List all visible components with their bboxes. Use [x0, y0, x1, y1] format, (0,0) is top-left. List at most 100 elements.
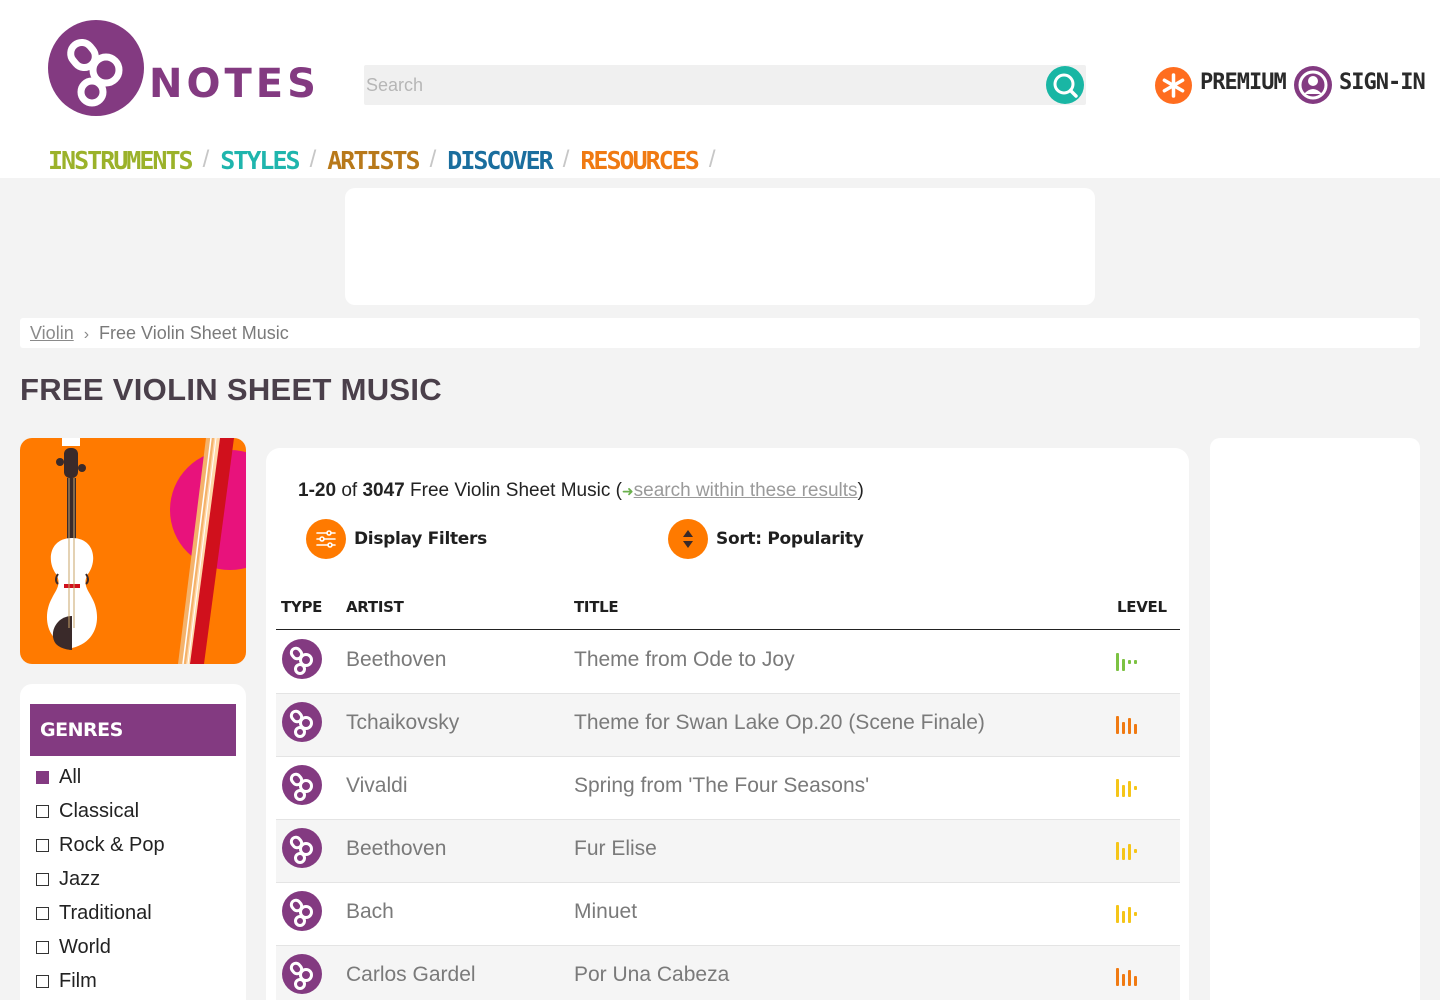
nav-separator: / [429, 146, 437, 173]
column-level[interactable]: LEVEL [1117, 598, 1167, 616]
display-filters-button[interactable]: Display Filters [306, 519, 487, 559]
genres-heading: GENRES [30, 704, 236, 756]
checkbox[interactable] [36, 940, 49, 954]
checkbox[interactable] [36, 872, 49, 886]
level-bar [1134, 786, 1137, 790]
level-bar [1116, 779, 1119, 797]
title-link[interactable]: Minuet [574, 900, 637, 924]
artist-link[interactable]: Vivaldi [346, 774, 407, 798]
nav-separator: / [708, 146, 716, 173]
table-row[interactable]: Bach Minuet [276, 883, 1180, 946]
genre-option-world[interactable]: World [36, 930, 165, 964]
table-header: TYPE ARTIST TITLE LEVEL [276, 594, 1180, 630]
nav-artists[interactable]: ARTISTS [327, 146, 420, 175]
level-bar [1134, 912, 1137, 916]
artist-link[interactable]: Tchaikovsky [346, 711, 459, 735]
asterisk-icon [1155, 67, 1192, 104]
table-row[interactable]: Vivaldi Spring from 'The Four Seasons' [276, 757, 1180, 820]
genre-option-classical[interactable]: Classical [36, 794, 165, 828]
nav-styles[interactable]: STYLES [220, 146, 300, 175]
site-logo[interactable]: NOTES [48, 20, 316, 118]
title-link[interactable]: Fur Elise [574, 837, 657, 861]
logo-wordmark: NOTES [149, 61, 320, 107]
genre-option-film[interactable]: Film [36, 964, 165, 998]
level-bar [1134, 849, 1137, 853]
nav-resources[interactable]: RESOURCES [580, 146, 699, 175]
main-nav: INSTRUMENTS / STYLES / ARTISTS / DISCOVE… [48, 142, 727, 178]
nav-instruments[interactable]: INSTRUMENTS [48, 146, 194, 175]
level-bars-icon [1116, 964, 1142, 986]
sort-label: Sort: Popularity [716, 529, 864, 549]
title-link[interactable]: Theme for Swan Lake Op.20 (Scene Finale) [574, 711, 985, 735]
level-bar [1128, 781, 1131, 797]
level-bar [1122, 911, 1125, 923]
level-bar [1128, 660, 1131, 664]
results-of: of [341, 480, 358, 501]
artist-link[interactable]: Bach [346, 900, 394, 924]
search-button[interactable] [1046, 66, 1084, 104]
sort-button[interactable]: Sort: Popularity [668, 519, 864, 559]
results-panel: 1-20 of 3047 Free Violin Sheet Music (➜s… [266, 448, 1189, 1000]
sheet-music-type-icon [282, 765, 322, 805]
artist-link[interactable]: Carlos Gardel [346, 963, 476, 987]
genre-label: Jazz [59, 867, 101, 890]
level-bar [1122, 659, 1125, 671]
genre-label: Rock & Pop [59, 833, 165, 856]
level-bars-icon [1116, 712, 1142, 734]
genres-filter: GENRES All Classical Rock & Pop Jazz Tra… [20, 684, 246, 1000]
search-within-link[interactable]: search within these results [634, 480, 858, 501]
display-filters-label: Display Filters [354, 529, 487, 549]
breadcrumb-link-violin[interactable]: Violin [30, 323, 74, 343]
title-link[interactable]: Por Una Cabeza [574, 963, 729, 987]
results-total: 3047 [362, 480, 405, 501]
checkbox[interactable] [36, 804, 49, 818]
artist-link[interactable]: Beethoven [346, 648, 446, 672]
level-bar [1134, 660, 1137, 664]
side-ad-slot [1210, 438, 1420, 1000]
table-row[interactable]: Beethoven Fur Elise [276, 820, 1180, 883]
genre-label: All [59, 765, 82, 788]
table-row[interactable]: Tchaikovsky Theme for Swan Lake Op.20 (Sc… [276, 694, 1180, 757]
checkbox[interactable] [36, 906, 49, 920]
genre-option-all[interactable]: All [36, 760, 165, 794]
genre-option-jazz[interactable]: Jazz [36, 862, 165, 896]
checkbox[interactable] [36, 838, 49, 852]
column-type[interactable]: TYPE [281, 598, 322, 616]
breadcrumb: Violin › Free Violin Sheet Music [20, 318, 1420, 348]
column-title[interactable]: TITLE [574, 598, 619, 616]
genre-option-rock-pop[interactable]: Rock & Pop [36, 828, 165, 862]
table-row[interactable]: Carlos Gardel Por Una Cabeza [276, 946, 1180, 1000]
search-bar [364, 65, 1086, 105]
level-bar [1122, 848, 1125, 860]
nav-separator: / [202, 146, 210, 173]
sheet-music-type-icon [282, 828, 322, 868]
artist-link[interactable]: Beethoven [346, 837, 446, 861]
nav-discover[interactable]: DISCOVER [447, 146, 553, 175]
sign-in-label: SIGN-IN [1339, 70, 1426, 95]
title-link[interactable]: Spring from 'The Four Seasons' [574, 774, 869, 798]
sheet-music-type-icon [282, 891, 322, 931]
premium-label: PREMIUM [1200, 70, 1287, 95]
level-bar [1116, 968, 1119, 986]
level-bar [1128, 907, 1131, 923]
genre-list: All Classical Rock & Pop Jazz Traditiona… [36, 760, 165, 998]
arrow-right-icon: ➜ [621, 483, 634, 499]
genre-option-traditional[interactable]: Traditional [36, 896, 165, 930]
level-bar [1122, 785, 1125, 797]
search-input[interactable] [364, 65, 1044, 105]
checkbox[interactable] [36, 974, 49, 988]
user-icon [1294, 66, 1332, 104]
sheet-music-type-icon [282, 954, 322, 994]
title-link[interactable]: Theme from Ode to Joy [574, 648, 795, 672]
level-bar [1116, 842, 1119, 860]
genre-label: Classical [59, 799, 140, 822]
search-icon [1053, 73, 1078, 98]
nav-separator: / [309, 146, 317, 173]
level-bar [1128, 970, 1131, 986]
table-row[interactable]: Beethoven Theme from Ode to Joy [276, 631, 1180, 694]
page-title: FREE VIOLIN SHEET MUSIC [20, 372, 442, 407]
checkbox-checked[interactable] [36, 770, 49, 784]
sort-icon [668, 519, 708, 559]
results-range: 1-20 [298, 480, 337, 501]
column-artist[interactable]: ARTIST [346, 598, 404, 616]
